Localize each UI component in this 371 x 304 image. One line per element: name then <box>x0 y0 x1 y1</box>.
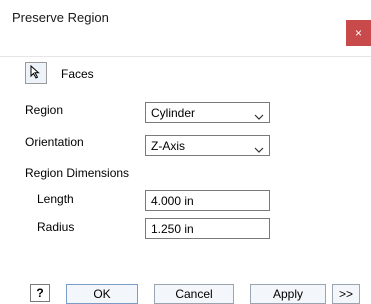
dialog-title: Preserve Region <box>12 10 109 25</box>
help-icon: ? <box>36 286 44 300</box>
orientation-select[interactable]: Z-Axis <box>145 135 270 156</box>
close-icon: × <box>354 26 362 40</box>
more-options-label: >> <box>338 287 353 301</box>
chevron-down-icon <box>254 142 264 156</box>
orientation-label: Orientation <box>25 135 84 149</box>
length-input[interactable]: 4.000 in <box>145 190 270 211</box>
region-label: Region <box>25 103 64 117</box>
region-value: Cylinder <box>151 106 196 120</box>
cancel-button[interactable]: Cancel <box>154 284 234 304</box>
length-label: Length <box>37 192 74 206</box>
ok-label: OK <box>93 287 111 301</box>
more-options-button[interactable]: >> <box>332 284 360 304</box>
radius-input[interactable]: 1.250 in <box>145 218 270 239</box>
ok-button[interactable]: OK <box>66 284 138 304</box>
radius-value: 1.250 in <box>151 222 194 236</box>
region-dimensions-label: Region Dimensions <box>25 166 130 180</box>
cursor-arrow-icon <box>30 64 42 82</box>
length-value: 4.000 in <box>151 194 194 208</box>
chevron-down-icon <box>254 109 264 123</box>
preserve-region-dialog: Preserve Region × Faces Region Cylinder … <box>0 0 371 304</box>
help-button[interactable]: ? <box>30 284 50 302</box>
region-select[interactable]: Cylinder <box>145 102 270 123</box>
close-button[interactable]: × <box>346 20 371 46</box>
faces-select-button[interactable] <box>25 62 47 84</box>
apply-button[interactable]: Apply <box>250 284 326 304</box>
orientation-value: Z-Axis <box>151 139 185 153</box>
title-bar[interactable]: Preserve Region <box>0 0 371 36</box>
divider <box>0 56 371 57</box>
cancel-label: Cancel <box>175 287 213 301</box>
apply-label: Apply <box>272 287 304 301</box>
radius-label: Radius <box>37 220 75 234</box>
faces-label: Faces <box>61 67 94 81</box>
